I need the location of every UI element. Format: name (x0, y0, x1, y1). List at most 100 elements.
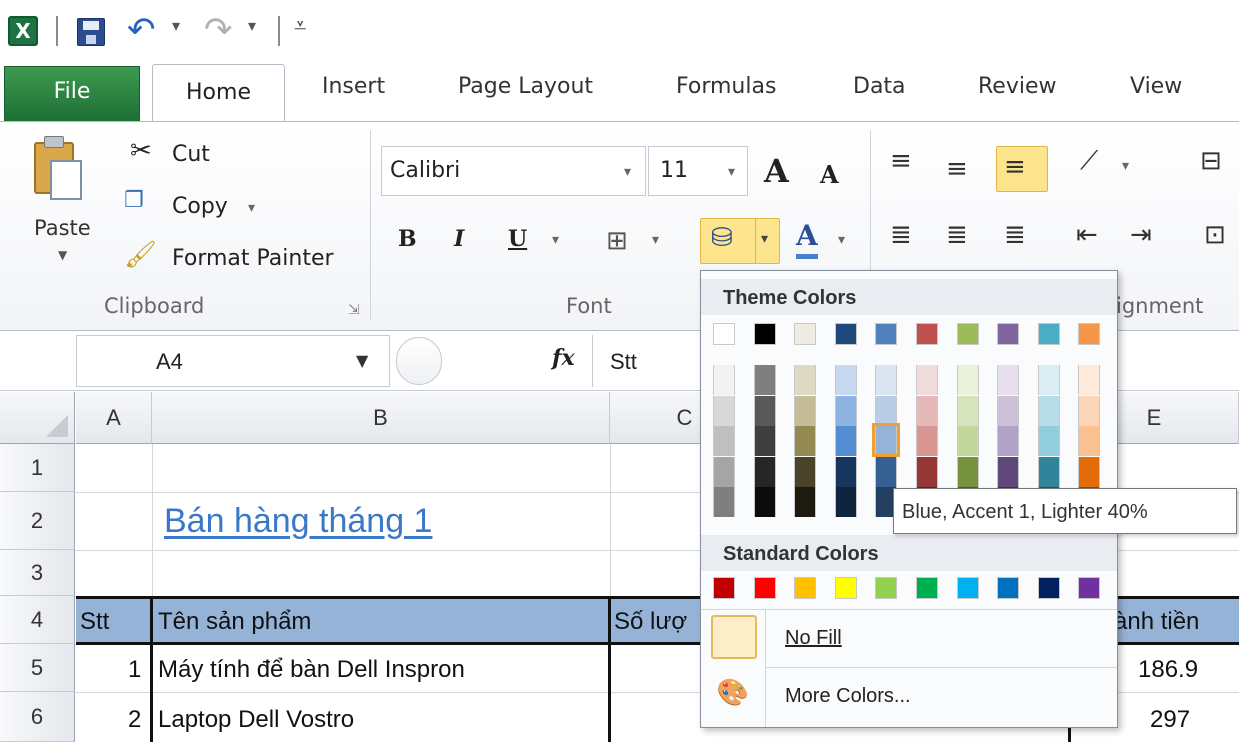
theme-color-swatch[interactable] (713, 323, 735, 345)
cut-button[interactable]: Cut (172, 142, 210, 167)
copy-icon[interactable]: ❐ (124, 188, 144, 213)
theme-shade-swatch[interactable] (794, 365, 817, 395)
copy-dropdown-icon[interactable]: ▾ (248, 200, 255, 216)
borders-icon[interactable]: ⊞ (606, 226, 628, 256)
theme-shade-swatch[interactable] (753, 395, 776, 426)
format-painter-button[interactable]: Format Painter (172, 246, 334, 271)
formula-input[interactable]: Stt (610, 349, 637, 375)
save-icon[interactable] (77, 18, 105, 46)
theme-shade-swatch-selected[interactable] (872, 423, 901, 457)
underline-dropdown-icon[interactable]: ▾ (552, 232, 559, 248)
theme-shade-swatch[interactable] (713, 426, 735, 456)
header-cell-name[interactable]: Tên sản phẩm (158, 608, 311, 636)
theme-shade-swatch[interactable] (794, 395, 817, 426)
tab-file[interactable]: File (4, 66, 140, 122)
theme-shade-swatch[interactable] (713, 365, 735, 395)
standard-color-swatch[interactable] (1037, 577, 1060, 599)
bold-button[interactable]: B (398, 226, 417, 252)
orientation-icon[interactable]: ⟋ (1080, 146, 1098, 177)
table-row-1-name[interactable]: Máy tính để bàn Dell Inspron (158, 656, 465, 684)
theme-shade-swatch[interactable] (834, 487, 857, 517)
redo-icon[interactable]: ↷ (204, 10, 233, 50)
clipboard-launcher-icon[interactable]: ⇲ (348, 302, 360, 318)
theme-shade-swatch[interactable] (997, 456, 1020, 487)
theme-shade-swatch[interactable] (834, 365, 857, 395)
standard-color-swatch[interactable] (956, 577, 979, 599)
theme-shade-swatch[interactable] (875, 456, 898, 487)
theme-shade-swatch[interactable] (916, 456, 938, 487)
theme-shade-swatch[interactable] (916, 365, 938, 395)
paste-icon[interactable] (34, 136, 86, 202)
column-header-a[interactable]: A (76, 392, 152, 444)
font-size-dropdown-icon[interactable]: ▾ (728, 164, 735, 180)
theme-shade-swatch[interactable] (794, 426, 817, 456)
theme-shade-swatch[interactable] (753, 487, 776, 517)
theme-shade-swatch[interactable] (1078, 365, 1101, 395)
theme-color-swatch[interactable] (834, 323, 857, 345)
redo-dropdown-icon[interactable]: ▾ (248, 16, 256, 35)
align-top-icon[interactable]: ≡ (890, 146, 912, 176)
theme-color-swatch[interactable] (753, 323, 776, 345)
row-header-6[interactable]: 6 (0, 692, 75, 742)
decrease-indent-icon[interactable]: ⇤ (1076, 220, 1098, 250)
name-box-dropdown-icon[interactable]: ▼ (356, 351, 368, 370)
theme-shade-swatch[interactable] (916, 395, 938, 426)
theme-color-swatch[interactable] (1078, 323, 1101, 345)
tab-page-layout[interactable]: Page Layout (458, 74, 593, 99)
no-fill-icon[interactable] (711, 615, 757, 659)
sheet-title-cell[interactable]: Bán hàng tháng 1 (164, 502, 432, 541)
tab-data[interactable]: Data (853, 74, 906, 99)
theme-shade-swatch[interactable] (1078, 426, 1101, 456)
theme-shade-swatch[interactable] (997, 395, 1020, 426)
standard-color-swatch[interactable] (834, 577, 857, 599)
table-row-2-total[interactable]: 297 (1150, 706, 1190, 734)
row-header-4[interactable]: 4 (0, 596, 75, 644)
theme-shade-swatch[interactable] (753, 365, 776, 395)
theme-color-swatch[interactable] (916, 323, 938, 345)
format-painter-icon[interactable]: 🖌 (124, 240, 157, 270)
theme-shade-swatch[interactable] (1078, 395, 1101, 426)
tab-review[interactable]: Review (978, 74, 1057, 99)
font-color-icon[interactable]: A (796, 218, 818, 259)
undo-icon[interactable]: ↶ (127, 10, 156, 50)
theme-shade-swatch[interactable] (1037, 365, 1060, 395)
font-color-dropdown-icon[interactable]: ▾ (838, 232, 845, 248)
name-box[interactable] (76, 335, 390, 387)
underline-button[interactable]: U (508, 226, 527, 252)
table-row-1-stt[interactable]: 1 (128, 656, 141, 684)
no-fill-option[interactable]: No Fill (785, 627, 842, 650)
wrap-text-icon[interactable]: ⊟ (1200, 146, 1222, 176)
theme-shade-swatch[interactable] (713, 395, 735, 426)
align-right-icon[interactable]: ≣ (1004, 220, 1026, 250)
header-cell-qty[interactable]: Số lượ (614, 608, 687, 636)
theme-shade-swatch[interactable] (1078, 456, 1101, 487)
row-header-3[interactable]: 3 (0, 550, 75, 596)
row-header-2[interactable]: 2 (0, 492, 75, 550)
theme-color-swatch[interactable] (1037, 323, 1060, 345)
shrink-font-icon[interactable]: A (820, 160, 839, 189)
row-header-5[interactable]: 5 (0, 644, 75, 692)
align-middle-icon[interactable]: ≡ (946, 154, 968, 184)
theme-shade-swatch[interactable] (916, 426, 938, 456)
theme-shade-swatch[interactable] (956, 426, 979, 456)
paste-dropdown-icon[interactable]: ▼ (58, 248, 67, 262)
theme-shade-swatch[interactable] (875, 395, 898, 426)
paste-button[interactable]: Paste (34, 216, 91, 240)
theme-shade-swatch[interactable] (753, 456, 776, 487)
italic-button[interactable]: I (454, 226, 464, 252)
header-cell-total[interactable]: ành tiền (1114, 608, 1199, 636)
standard-color-swatch[interactable] (1078, 577, 1101, 599)
tab-home[interactable]: Home (152, 64, 285, 124)
theme-shade-swatch[interactable] (997, 426, 1020, 456)
table-row-2-stt[interactable]: 2 (128, 706, 141, 734)
theme-shade-swatch[interactable] (956, 395, 979, 426)
theme-shade-swatch[interactable] (713, 487, 735, 517)
fill-color-button[interactable]: ⛁ ▾ (700, 218, 780, 264)
excel-logo-icon[interactable]: X (8, 16, 38, 46)
theme-shade-swatch[interactable] (956, 365, 979, 395)
theme-shade-swatch[interactable] (875, 365, 898, 395)
tab-formulas[interactable]: Formulas (676, 74, 776, 99)
customize-toolbar-icon[interactable]: ⩡ (294, 14, 306, 39)
tab-insert[interactable]: Insert (322, 74, 385, 99)
copy-button[interactable]: Copy (172, 194, 228, 219)
